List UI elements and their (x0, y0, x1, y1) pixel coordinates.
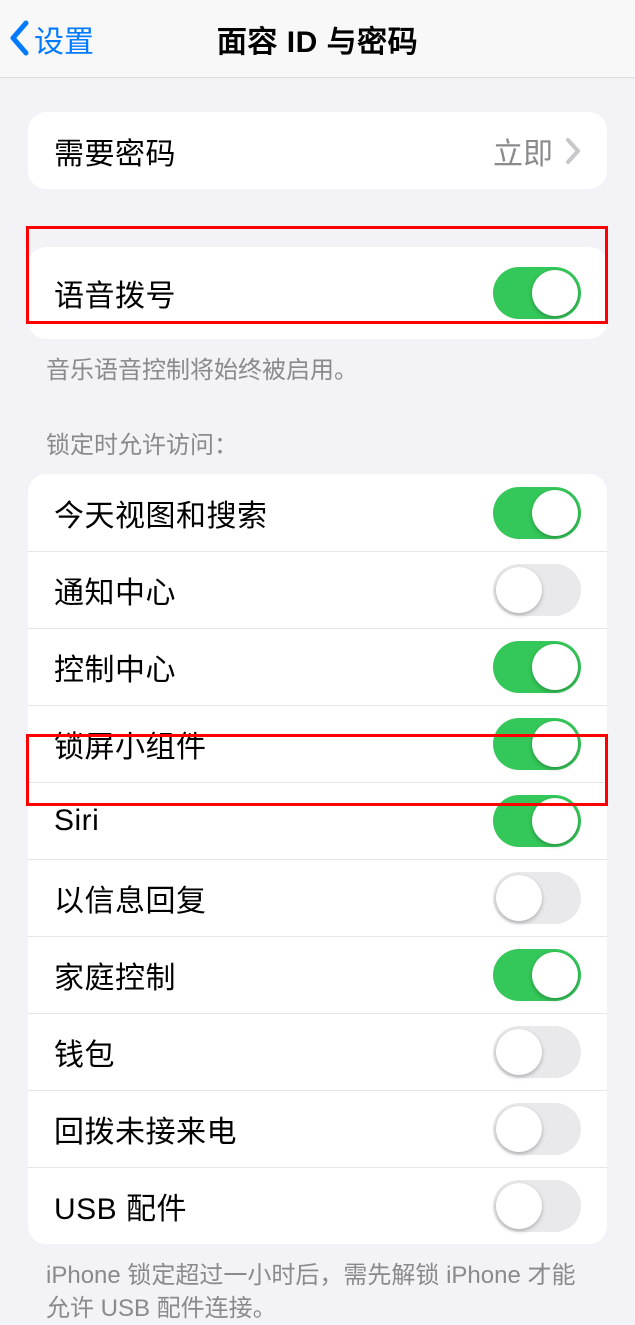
lock-item-label: 以信息回复 (54, 876, 207, 920)
row-lock-item: 钱包 (28, 1013, 607, 1090)
row-lock-item: 回拨未接来电 (28, 1090, 607, 1167)
row-lock-item: 锁屏小组件 (28, 705, 607, 782)
require-passcode-value: 立即 (493, 129, 553, 173)
lock-item-label: USB 配件 (54, 1184, 187, 1228)
row-voice-dial: 语音拨号 (28, 247, 607, 339)
lock-item-label: 回拨未接来电 (54, 1107, 237, 1151)
row-lock-item: 以信息回复 (28, 859, 607, 936)
back-button[interactable]: 设置 (8, 0, 94, 77)
lock-access-footer: iPhone 锁定超过一小时后，需先解锁 iPhone 才能允许 USB 配件连… (46, 1260, 589, 1325)
chevron-right-icon (565, 137, 581, 165)
lock-item-label: 钱包 (54, 1030, 115, 1074)
lock-item-toggle[interactable] (493, 949, 581, 1001)
row-lock-item: 家庭控制 (28, 936, 607, 1013)
lock-item-label: 通知中心 (54, 568, 176, 612)
lock-section-header: 锁定时允许访问： (46, 425, 589, 460)
lock-item-toggle[interactable] (493, 1026, 581, 1078)
lock-item-toggle[interactable] (493, 718, 581, 770)
lock-item-label: 家庭控制 (54, 953, 176, 997)
row-lock-item: USB 配件 (28, 1167, 607, 1244)
row-lock-item: 控制中心 (28, 628, 607, 705)
lock-item-toggle[interactable] (493, 795, 581, 847)
lock-item-label: 控制中心 (54, 645, 176, 689)
lock-item-toggle[interactable] (493, 487, 581, 539)
row-require-passcode[interactable]: 需要密码 立即 (28, 112, 607, 189)
voice-dial-caption: 音乐语音控制将始终被启用。 (46, 355, 589, 387)
group-lock-access: 今天视图和搜索通知中心控制中心锁屏小组件 Siri 以信息回复家庭控制钱包回拨未接来… (28, 474, 607, 1244)
group-voice-dial: 语音拨号 (28, 247, 607, 339)
lock-item-toggle[interactable] (493, 641, 581, 693)
row-lock-item: 通知中心 (28, 551, 607, 628)
page-title: 面容 ID 与密码 (217, 17, 418, 61)
chevron-left-icon (8, 20, 30, 56)
group-require-passcode: 需要密码 立即 (28, 112, 607, 189)
lock-item-label: 锁屏小组件 (54, 722, 207, 766)
row-lock-item: 今天视图和搜索 (28, 474, 607, 551)
lock-item-label: 今天视图和搜索 (54, 491, 268, 535)
lock-item-label: Siri (54, 804, 99, 838)
nav-bar: 设置 面容 ID 与密码 (0, 0, 635, 78)
row-lock-item: Siri (28, 782, 607, 859)
voice-dial-label: 语音拨号 (54, 271, 176, 315)
voice-dial-toggle[interactable] (493, 267, 581, 319)
lock-item-toggle[interactable] (493, 872, 581, 924)
lock-item-toggle[interactable] (493, 1180, 581, 1232)
lock-item-toggle[interactable] (493, 564, 581, 616)
lock-item-toggle[interactable] (493, 1103, 581, 1155)
back-label: 设置 (34, 17, 94, 61)
require-passcode-label: 需要密码 (54, 129, 176, 173)
